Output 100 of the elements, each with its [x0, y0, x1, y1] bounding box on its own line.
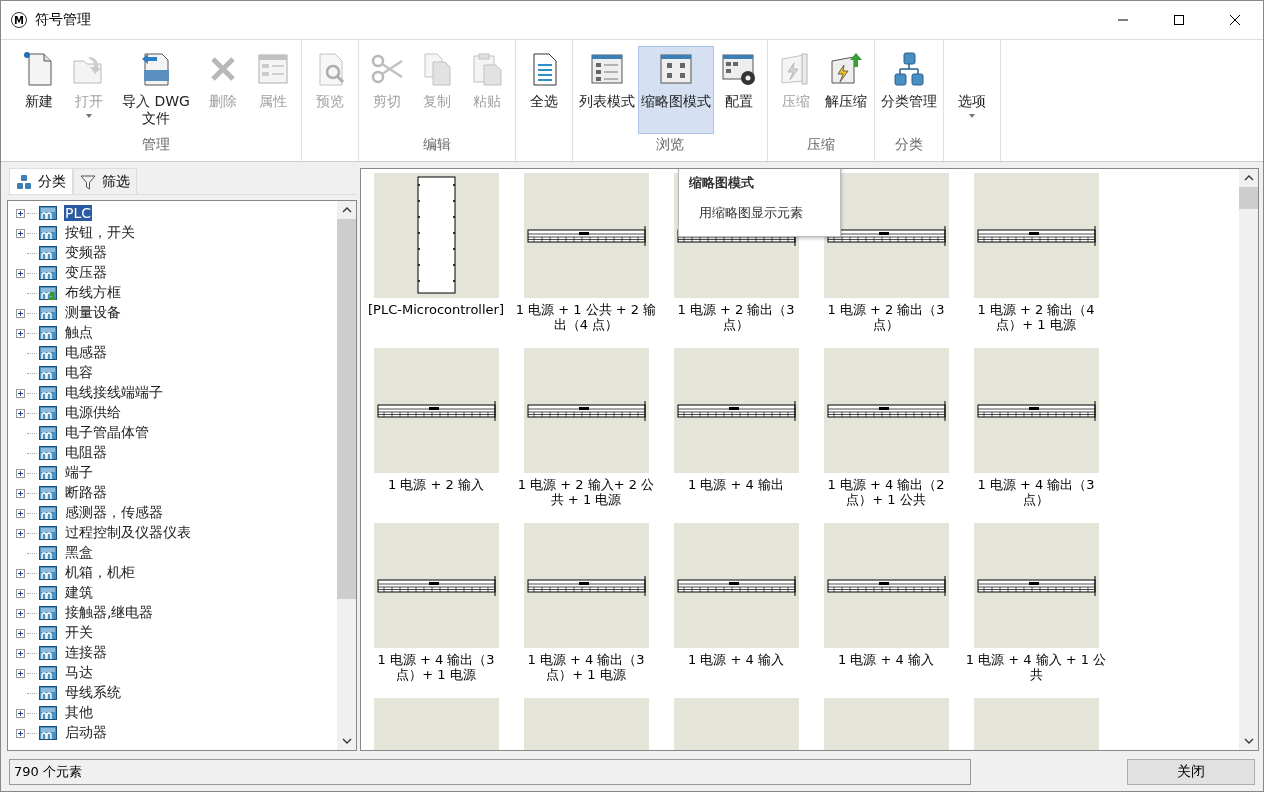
tree-item[interactable]: 电阻器	[64, 444, 108, 462]
ribbon-button[interactable]: 缩略图模式	[638, 46, 714, 134]
terminal-rail-thumbnail[interactable]	[823, 173, 949, 298]
tree-item[interactable]: 开关	[64, 624, 94, 642]
folder-icon	[39, 406, 57, 420]
expand-icon[interactable]	[16, 228, 25, 238]
expand-icon[interactable]	[16, 628, 25, 638]
plc-symbol-thumbnail[interactable]	[373, 173, 499, 298]
panel-tab[interactable]: 分类	[9, 168, 73, 194]
expand-icon[interactable]	[16, 588, 25, 598]
expand-icon[interactable]	[16, 528, 25, 538]
expand-icon[interactable]	[16, 668, 25, 678]
folder-icon	[39, 466, 57, 480]
terminal-rail-thumbnail[interactable]	[823, 348, 949, 473]
expand-icon[interactable]	[16, 508, 25, 518]
folder-icon	[39, 626, 57, 640]
folder-icon	[39, 486, 57, 500]
ribbon-button[interactable]: 列表模式	[576, 46, 638, 134]
scrollbar[interactable]	[1239, 169, 1258, 750]
scroll-thumb[interactable]	[337, 219, 356, 599]
folder-icon	[39, 426, 57, 440]
terminal-rail-thumbnail[interactable]	[673, 523, 799, 648]
terminal-rail-thumbnail[interactable]	[523, 348, 649, 473]
tree-item[interactable]: 测量设备	[64, 304, 122, 322]
tree-item[interactable]: 电感器	[64, 344, 108, 362]
folder-icon	[39, 366, 57, 380]
expand-icon[interactable]	[16, 608, 25, 618]
ribbon-button[interactable]: 解压缩	[821, 46, 871, 134]
tree-item[interactable]: 接触器,继电器	[64, 604, 155, 622]
symbol-name: 1 电源 + 4 输出（2 点）+ 1 公共	[826, 477, 946, 507]
tree-item[interactable]: 电源供给	[64, 404, 122, 422]
tree-item[interactable]: 启动器	[64, 724, 108, 742]
tree-item[interactable]: 感测器，传感器	[64, 504, 164, 522]
tree-item[interactable]: 母线系统	[64, 684, 122, 702]
terminal-rail-thumbnail[interactable]	[523, 523, 649, 648]
tree-item[interactable]: 布线方框	[64, 284, 122, 302]
tree-item[interactable]: 机箱，机柜	[64, 564, 136, 582]
tree-item[interactable]: 变压器	[64, 264, 108, 282]
folder-icon	[39, 506, 57, 520]
terminal-rail-thumbnail[interactable]	[673, 348, 799, 473]
terminal-rail-thumbnail[interactable]	[373, 348, 499, 473]
tree-item[interactable]: 按钮，开关	[64, 224, 136, 242]
ribbon-button[interactable]: 全选	[519, 46, 569, 134]
expand-icon[interactable]	[16, 468, 25, 478]
scrollbar[interactable]	[337, 201, 356, 750]
expand-icon[interactable]	[16, 488, 25, 498]
panel-tab[interactable]: 筛选	[73, 168, 137, 194]
ribbon-button[interactable]: 配置	[714, 46, 764, 134]
tree-item[interactable]: 连接器	[64, 644, 108, 662]
ribbon-button[interactable]: 新建	[14, 46, 64, 134]
expand-icon[interactable]	[16, 268, 25, 278]
group-label: 分类	[895, 136, 923, 154]
terminal-rail-thumbnail[interactable]	[523, 173, 649, 298]
tree-item[interactable]: PLC	[64, 205, 93, 221]
terminal-rail-thumbnail[interactable]	[973, 173, 1099, 298]
group-label: 浏览	[656, 136, 684, 154]
symbol-name: 1 电源 + 2 输出（4 点）+ 1 电源	[976, 302, 1096, 332]
terminal-rail-thumbnail[interactable]	[823, 523, 949, 648]
tree-item[interactable]: 马达	[64, 664, 94, 682]
tree-item[interactable]: 触点	[64, 324, 94, 342]
tree-item[interactable]: 其他	[64, 704, 94, 722]
terminal-rail-thumbnail[interactable]	[973, 348, 1099, 473]
symbol-name: 1 电源 + 4 输出（3 点）+ 1 电源	[376, 652, 496, 682]
scroll-down-icon[interactable]	[341, 738, 352, 744]
expand-icon[interactable]	[16, 308, 25, 318]
ribbon-button[interactable]: 导入 DWG 文件	[114, 46, 198, 134]
tree-item[interactable]: 电线接线端端子	[64, 384, 164, 402]
expand-icon[interactable]	[16, 708, 25, 718]
tree-item[interactable]: 端子	[64, 464, 94, 482]
folder-icon	[39, 346, 57, 360]
tree-item[interactable]: 电容	[64, 364, 94, 382]
expand-icon[interactable]	[16, 328, 25, 338]
scroll-up-icon[interactable]	[341, 207, 352, 213]
expand-icon[interactable]	[16, 208, 25, 218]
terminal-rail-thumbnail[interactable]	[373, 523, 499, 648]
scroll-up-icon[interactable]	[1243, 175, 1254, 181]
scroll-down-icon[interactable]	[1243, 738, 1254, 744]
symbol-name: 1 电源 + 4 输入	[687, 652, 785, 667]
tree-item[interactable]: 黑盒	[64, 544, 94, 562]
close-button[interactable]: 关闭	[1127, 759, 1255, 785]
tree-item[interactable]: 建筑	[64, 584, 94, 602]
symbol-name: [PLC-Microcontroller]	[367, 302, 505, 317]
window-title: 符号管理	[35, 11, 91, 29]
expand-icon[interactable]	[16, 408, 25, 418]
expand-icon[interactable]	[16, 388, 25, 398]
tree-item[interactable]: 电子管晶体管	[64, 424, 150, 442]
tree-item[interactable]: 断路器	[64, 484, 108, 502]
tree-item[interactable]: 变频器	[64, 244, 108, 262]
expand-icon[interactable]	[16, 568, 25, 578]
folder-icon	[39, 706, 57, 720]
terminal-rail-thumbnail[interactable]	[973, 523, 1099, 648]
scroll-thumb[interactable]	[1239, 187, 1258, 209]
symbol-name: 1 电源 + 4 输出（3 点）	[976, 477, 1096, 507]
tree-item[interactable]: 过程控制及仪器仪表	[64, 524, 192, 542]
ribbon-button[interactable]: 分类管理	[878, 46, 940, 134]
folder-icon	[39, 266, 57, 280]
ribbon-button[interactable]: 选项	[947, 46, 997, 134]
expand-icon[interactable]	[16, 728, 25, 738]
folder-icon	[39, 306, 57, 320]
expand-icon[interactable]	[16, 648, 25, 658]
